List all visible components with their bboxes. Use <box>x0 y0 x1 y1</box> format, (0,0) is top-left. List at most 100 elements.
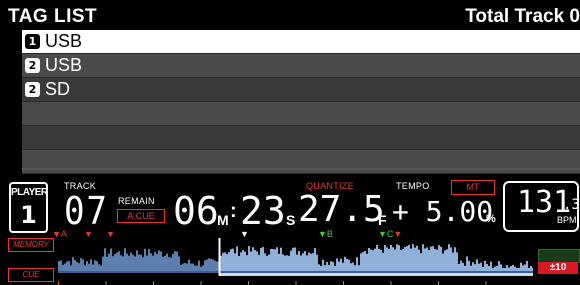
waveform-bar <box>234 253 236 271</box>
waveform-bar <box>320 265 322 271</box>
waveform-bar <box>496 265 498 271</box>
waveform-bar <box>92 264 94 271</box>
waveform-bar <box>424 248 426 271</box>
progress-ticks <box>58 281 487 285</box>
tick-mark <box>200 281 202 285</box>
waveform-bar <box>428 250 430 271</box>
waveform-bar <box>224 252 226 271</box>
waveform-bar <box>178 256 180 271</box>
waveform-bar <box>180 264 182 271</box>
waveform-bar <box>354 265 356 271</box>
waveform-bar <box>316 254 318 271</box>
tempo-range-badge: ±10 <box>538 262 578 274</box>
waveform-bar <box>444 250 446 271</box>
waveform-bar <box>436 249 438 271</box>
waveform-bar <box>190 263 192 271</box>
waveform-bar <box>310 253 312 271</box>
list-item-usb-2[interactable]: 2 USB <box>22 54 580 78</box>
waveform-bar <box>68 260 70 271</box>
waveform-bar <box>156 253 158 271</box>
waveform-bar <box>78 263 80 271</box>
waveform-bar <box>110 248 112 271</box>
waveform-bar <box>518 268 520 271</box>
waveform-bar <box>176 251 178 271</box>
waveform-bar <box>188 259 190 271</box>
waveform-bar <box>488 266 490 271</box>
time-minutes: 06 <box>173 189 219 233</box>
waveform-bar <box>94 260 96 271</box>
waveform-bar <box>480 262 482 271</box>
waveform-bar <box>230 249 232 271</box>
waveform-bar <box>448 244 450 271</box>
waveform-bar <box>182 263 184 271</box>
waveform-bar <box>526 260 528 271</box>
tag-list-header: TAG LIST Total Track 0 <box>0 0 580 30</box>
waveform-bar <box>464 265 466 271</box>
waveform-bar <box>270 248 272 271</box>
waveform-bar <box>482 266 484 271</box>
waveform-bar <box>342 262 344 271</box>
waveform-bar <box>318 264 320 271</box>
waveform-bar <box>102 256 104 271</box>
waveform-bar <box>252 247 254 271</box>
list-item-label: USB <box>45 31 83 51</box>
track-waveform[interactable] <box>58 238 533 276</box>
waveform-bar <box>286 255 288 271</box>
waveform-bar <box>456 252 458 271</box>
waveform-bar <box>122 256 124 271</box>
waveform-bar <box>244 251 246 271</box>
waveform-bar <box>162 256 164 271</box>
player-number: 1 <box>20 201 37 229</box>
waveform-bar <box>142 257 144 271</box>
waveform-bar <box>402 249 404 271</box>
waveform-bar <box>516 268 518 271</box>
waveform-bar <box>504 268 506 271</box>
waveform-bar <box>524 264 526 271</box>
list-item-usb-1[interactable]: 1 USB <box>22 30 580 54</box>
waveform-bar <box>82 259 84 271</box>
waveform-bar <box>322 259 324 271</box>
waveform-bar <box>184 263 186 271</box>
time-colon: : <box>230 200 237 222</box>
waveform-bar <box>134 256 136 271</box>
list-item-sd[interactable]: 2 SD <box>22 78 580 102</box>
waveform-bar <box>132 254 134 271</box>
bpm-display: 131 .3 BPM <box>503 181 580 232</box>
waveform-bar <box>100 265 102 271</box>
waveform-bar <box>470 265 472 271</box>
waveform-bar <box>458 263 460 271</box>
waveform-bar <box>294 247 296 271</box>
waveform-bar <box>204 260 206 271</box>
waveform-bar <box>418 249 420 271</box>
waveform-bar <box>390 244 392 271</box>
tick-mark <box>248 281 249 285</box>
waveform-bar <box>276 247 278 271</box>
tempo-label: TEMPO <box>396 181 430 191</box>
waveform-bar <box>352 262 354 271</box>
waveform-bar <box>358 265 360 271</box>
waveform-bar <box>486 264 488 271</box>
auto-cue-indicator: A.CUE <box>117 209 165 223</box>
waveform-bar <box>380 249 382 271</box>
waveform-bar <box>106 256 108 271</box>
list-item-label: SD <box>45 79 71 99</box>
waveform-bar <box>340 258 342 271</box>
waveform-bar <box>58 261 60 271</box>
waveform-bar <box>420 253 422 271</box>
tempo-value: + 5.00 <box>392 195 494 228</box>
waveform-bar <box>284 255 286 271</box>
waveform-bar <box>468 260 470 271</box>
waveform-bar <box>168 257 170 271</box>
waveform-bar <box>332 261 334 271</box>
waveform-bar <box>112 256 114 271</box>
waveform-bar <box>386 247 388 271</box>
waveform-bar <box>442 253 444 271</box>
waveform-bar <box>66 261 68 271</box>
bpm-unit: BPM <box>557 215 577 225</box>
waveform-bar <box>296 254 298 271</box>
waveform-bar <box>392 247 394 271</box>
waveform-bar <box>170 257 172 271</box>
waveform-bar <box>274 249 276 271</box>
waveform-bar <box>528 268 530 271</box>
waveform-bar <box>378 248 380 271</box>
